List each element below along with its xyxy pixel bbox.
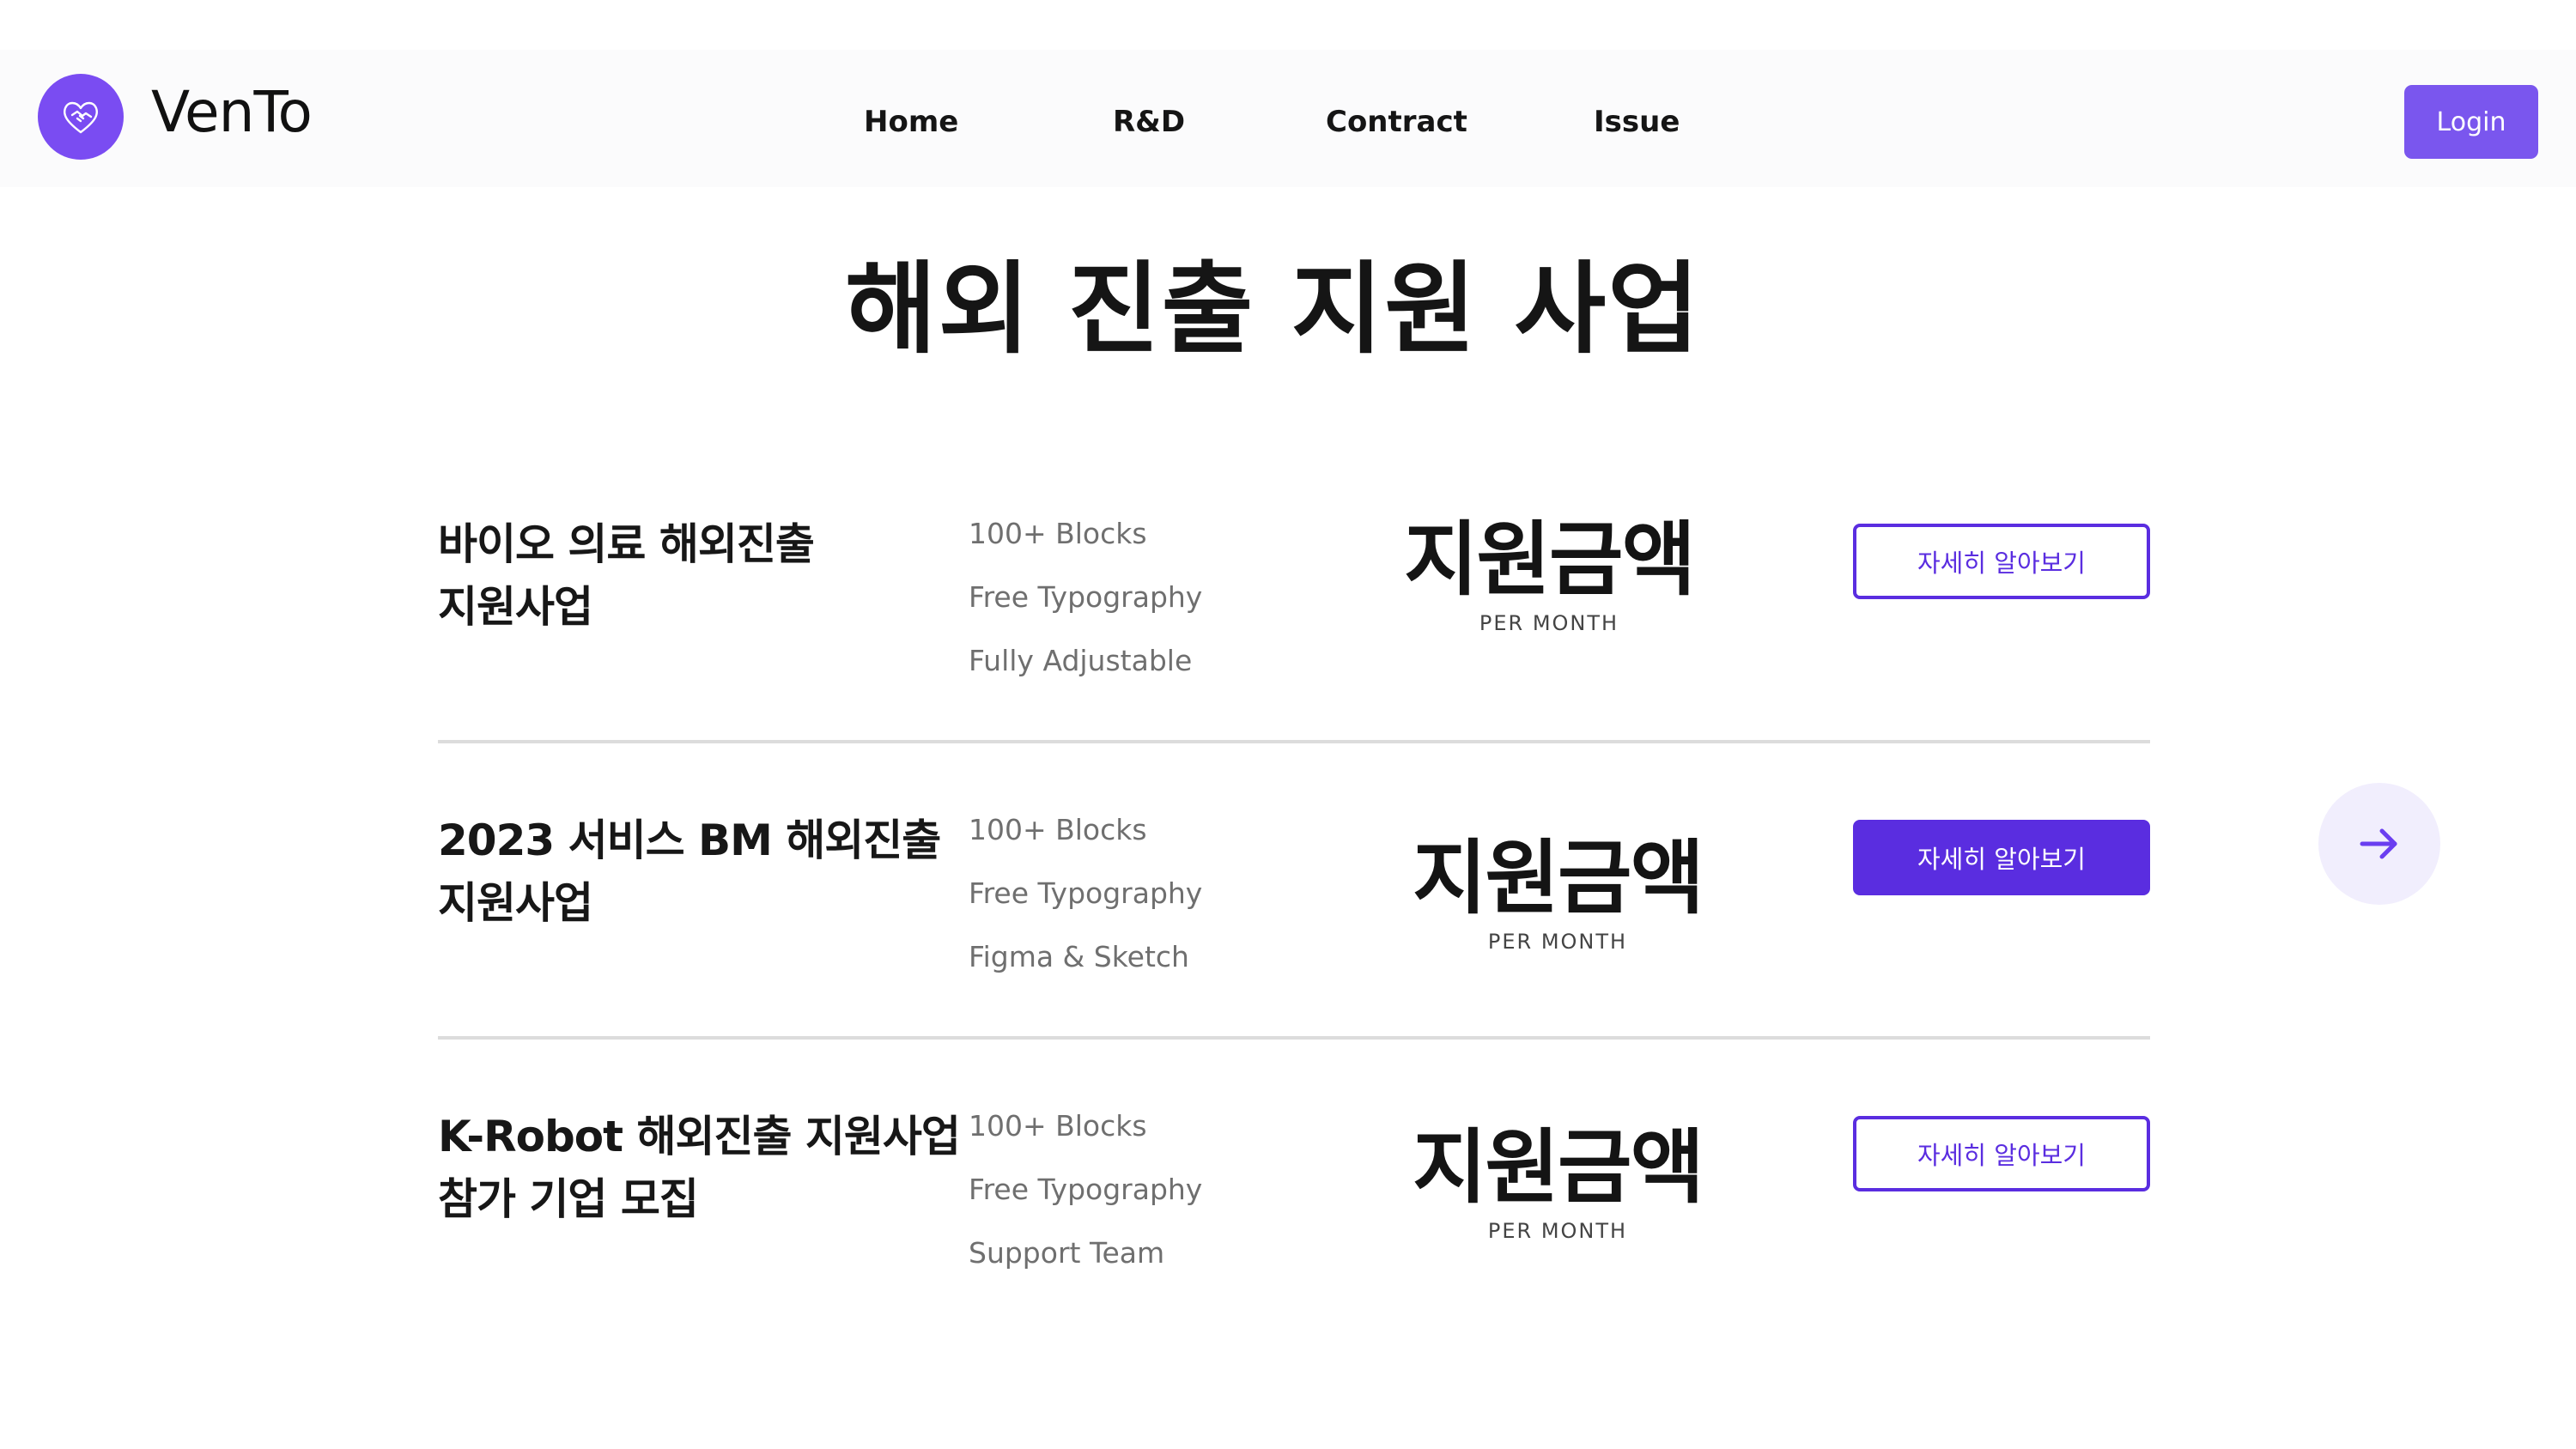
arrow-right-icon xyxy=(2360,828,2397,859)
program-row: K-Robot 해외진출 지원사업 참가 기업 모집 100+ Blocks F… xyxy=(0,1106,2576,1402)
amount-caption: PER MONTH xyxy=(1479,611,1619,635)
feature-list: 100+ Blocks Free Typography Figma & Sket… xyxy=(969,809,1329,1000)
feature-item: Free Typography xyxy=(969,1173,1203,1206)
feature-item: Support Team xyxy=(969,1236,1165,1270)
heart-handshake-icon[interactable] xyxy=(38,74,124,160)
program-title: 2023 서비스 BM 해외진출 지원사업 xyxy=(438,815,941,928)
row-divider xyxy=(438,1036,2150,1040)
top-navbar: VenTo Home R&D Contract Issue Login xyxy=(0,50,2576,187)
login-button[interactable]: Login xyxy=(2404,85,2538,159)
page-title: 해외 진출 지원 사업 xyxy=(845,252,1701,367)
amount-label: 지원금액 xyxy=(1404,513,1696,607)
program-title: 바이오 의료 해외진출 지원사업 xyxy=(438,519,815,632)
feature-list: 100+ Blocks Free Typography Support Team xyxy=(969,1106,1329,1296)
feature-item: Figma & Sketch xyxy=(969,940,1189,973)
learn-more-button[interactable]: 자세히 알아보기 xyxy=(1853,820,2150,895)
program-title: K-Robot 해외진출 지원사업 참가 기업 모집 xyxy=(438,1112,961,1224)
feature-item: Free Typography xyxy=(969,876,1203,910)
program-row: 2023 서비스 BM 해외진출 지원사업 100+ Blocks Free T… xyxy=(0,809,2576,1106)
program-row: 바이오 의료 해외진출 지원사업 100+ Blocks Free Typogr… xyxy=(0,513,2576,809)
feature-list: 100+ Blocks Free Typography Fully Adjust… xyxy=(969,513,1329,704)
nav-home[interactable]: Home xyxy=(864,105,958,139)
support-amount: 지원금액 PER MONTH xyxy=(1412,832,1704,954)
learn-more-button[interactable]: 자세히 알아보기 xyxy=(1853,524,2150,599)
row-divider xyxy=(438,740,2150,743)
support-amount: 지원금액 PER MONTH xyxy=(1412,1121,1704,1243)
nav-issue[interactable]: Issue xyxy=(1594,105,1680,139)
feature-item: 100+ Blocks xyxy=(969,1109,1147,1143)
amount-caption: PER MONTH xyxy=(1487,1219,1628,1243)
amount-label: 지원금액 xyxy=(1413,832,1704,925)
feature-item: Fully Adjustable xyxy=(969,644,1193,677)
feature-item: Free Typography xyxy=(969,580,1203,614)
support-amount: 지원금액 PER MONTH xyxy=(1403,513,1696,635)
learn-more-button[interactable]: 자세히 알아보기 xyxy=(1853,1116,2150,1191)
feature-item: 100+ Blocks xyxy=(969,813,1147,846)
nav-rnd[interactable]: R&D xyxy=(1113,105,1185,139)
brand-logo-text[interactable]: VenTo xyxy=(151,79,313,145)
nav-contract[interactable]: Contract xyxy=(1326,105,1467,139)
amount-label: 지원금액 xyxy=(1413,1121,1704,1215)
amount-caption: PER MONTH xyxy=(1487,930,1628,954)
feature-item: 100+ Blocks xyxy=(969,517,1147,550)
next-button[interactable] xyxy=(2318,783,2440,905)
